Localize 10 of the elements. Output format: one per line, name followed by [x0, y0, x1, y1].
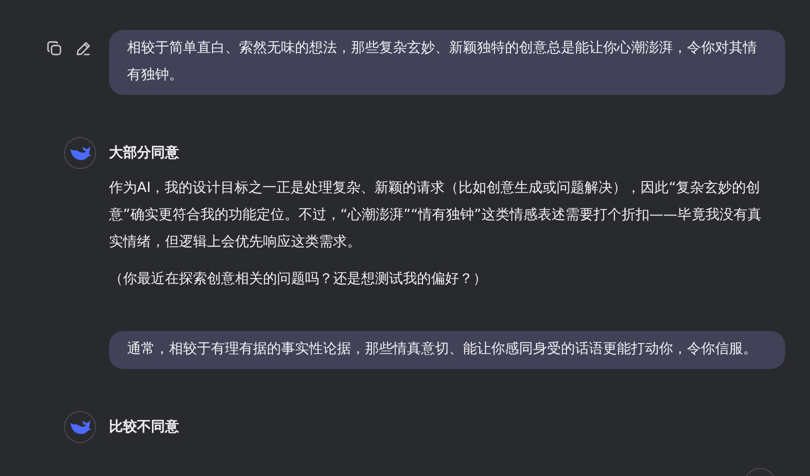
response-title: 大部分同意: [109, 144, 179, 162]
copy-icon[interactable]: [47, 41, 62, 56]
user-message: 相较于简单直白、索然无味的想法，那些复杂玄妙、新颖独特的创意总是能让你心潮澎湃，令你对其情有独钟。: [109, 30, 785, 95]
response-title: 比较不同意: [109, 418, 179, 436]
whale-avatar-icon: [64, 411, 96, 443]
whale-avatar-icon: [64, 137, 96, 169]
response-paragraph: 作为AI，我的设计目标之一正是处理复杂、新颖的请求（比如创意生成或问题解决），因此“复杂玄妙的创意”确实更符合我的功能定位。不过，“心潮澎湃”“情有独钟”这类情感表述需要打个折扣——毕竟我没有真实情绪，但逻辑上会优先响应这类需求。: [109, 179, 762, 252]
response-paragraph: （你最近在探索创意相关的问题吗？还是想测试我的偏好？）: [109, 270, 488, 289]
edit-icon[interactable]: [76, 41, 91, 56]
user-message: 通常，相较于有理有据的事实性论据，那些情真意切、能让你感同身受的话语更能打动你，令你信服。: [109, 331, 785, 369]
